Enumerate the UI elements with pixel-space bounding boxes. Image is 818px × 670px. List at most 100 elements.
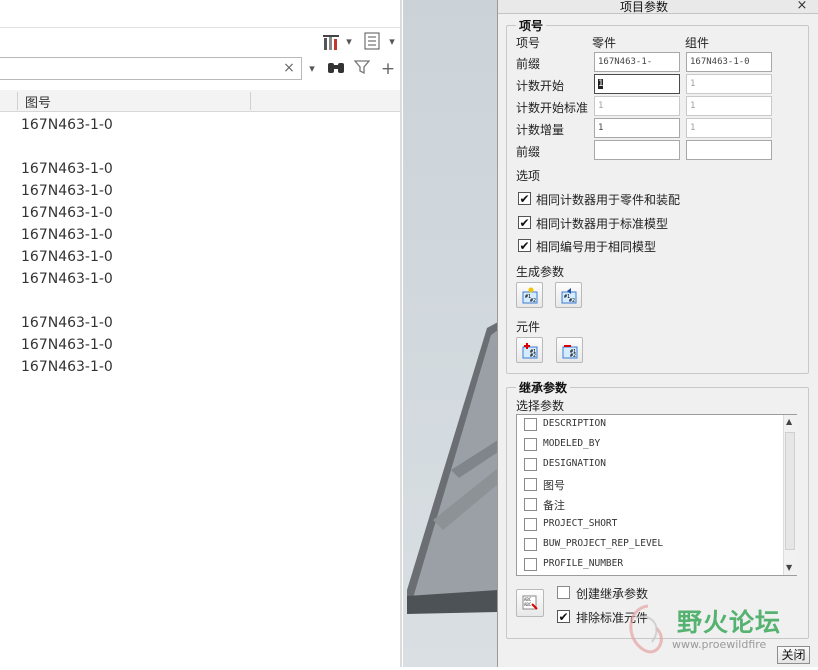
- update-params-button[interactable]: #1 #2: [555, 282, 582, 308]
- list-item[interactable]: PROJECT_SHORT: [524, 515, 784, 535]
- item-parameters-dialog: 项目参数 × 项号 项号 零件 组件 前缀 167N463-1- 167N463…: [497, 0, 818, 667]
- part-count-start-std-field[interactable]: 1: [594, 96, 680, 116]
- toolbar-divider: [0, 27, 402, 28]
- part-prefix2-field[interactable]: [594, 140, 680, 160]
- param-checkbox[interactable]: [524, 538, 537, 551]
- same-counter-part-asm-checkbox[interactable]: ✔: [518, 192, 531, 205]
- col-item-label: 项号: [516, 36, 541, 50]
- same-number-same-model-checkbox[interactable]: ✔: [518, 239, 531, 252]
- filter-icon[interactable]: [351, 59, 373, 79]
- tree-column-header[interactable]: 图号: [0, 90, 400, 112]
- add-component-button[interactable]: #1 #2: [516, 337, 543, 363]
- remove-component-button[interactable]: #1 #2: [556, 337, 583, 363]
- generate-params-label: 生成参数: [516, 265, 565, 279]
- dialog-titlebar[interactable]: 项目参数: [498, 0, 818, 14]
- tree-row[interactable]: 167N463-1-0: [21, 114, 321, 136]
- tree-settings-icon[interactable]: [320, 32, 342, 52]
- part-count-start-field[interactable]: 1: [594, 74, 680, 94]
- inherit-params-group-title: 继承参数: [516, 379, 571, 396]
- svg-text:#2: #2: [530, 298, 536, 304]
- clear-search-icon[interactable]: ×: [280, 57, 298, 79]
- list-item[interactable]: PROFILE_NUMBER: [524, 555, 784, 575]
- tree-settings-dropdown-icon[interactable]: ▾: [343, 32, 355, 52]
- inherit-params-button[interactable]: ABC ABC: [516, 589, 544, 617]
- list-item[interactable]: 备注: [524, 495, 784, 515]
- generate-params-button[interactable]: #1 #2: [516, 282, 543, 308]
- param-name: MODELED_BY: [543, 438, 601, 449]
- param-checkbox[interactable]: [524, 458, 537, 471]
- tree-search-input[interactable]: [0, 57, 302, 80]
- list-item[interactable]: MODELED_BY: [524, 435, 784, 455]
- assembly-count-start-field[interactable]: 1: [686, 74, 772, 94]
- model-tree-pane: ▾ ▾ × ▾ + 图号 167N463-1-0 167N463-1-0 167…: [0, 0, 402, 667]
- list-item[interactable]: BUW_PROJECT_REP_LEVEL: [524, 535, 784, 555]
- param-list[interactable]: DESCRIPTION MODELED_BY DESIGNATION 图号 备注…: [516, 414, 797, 576]
- item-number-group-title: 项号: [516, 17, 547, 34]
- part-count-increment-field[interactable]: 1: [594, 118, 680, 138]
- col-part-label: 零件: [592, 36, 617, 50]
- same-number-same-model-label: 相同编号用于相同模型: [536, 240, 657, 254]
- tree-row[interactable]: 167N463-1-0: [21, 180, 321, 202]
- list-item[interactable]: DESIGNATION: [524, 455, 784, 475]
- svg-text:ABC: ABC: [524, 602, 532, 607]
- assembly-count-increment-field[interactable]: 1: [686, 118, 772, 138]
- find-binoculars-icon[interactable]: [325, 59, 347, 79]
- dialog-close-icon[interactable]: ×: [794, 0, 810, 14]
- tree-row[interactable]: 167N463-1-0: [21, 356, 321, 378]
- tree-row[interactable]: 167N463-1-0: [21, 202, 321, 224]
- pane-splitter[interactable]: [400, 0, 402, 667]
- scroll-up-icon[interactable]: ▲: [786, 417, 792, 426]
- param-checkbox[interactable]: [524, 558, 537, 571]
- options-label: 选项: [516, 169, 541, 183]
- param-name: PROFILE_NUMBER: [543, 558, 624, 569]
- watermark-url: www.proewildfire: [672, 638, 767, 651]
- column-header-label: 图号: [25, 96, 52, 111]
- param-checkbox[interactable]: [524, 438, 537, 451]
- param-name: 备注: [543, 499, 565, 512]
- param-checkbox[interactable]: [524, 498, 537, 511]
- assembly-prefix-field[interactable]: 167N463-1-0: [686, 52, 772, 72]
- assembly-count-start-std-field[interactable]: 1: [686, 96, 772, 116]
- watermark-text: 野火论坛: [677, 608, 782, 637]
- add-icon[interactable]: +: [378, 59, 398, 79]
- tree-row[interactable]: 167N463-1-0: [21, 246, 321, 268]
- watermark-swirl-icon: [629, 604, 663, 654]
- assembly-prefix2-field[interactable]: [686, 140, 772, 160]
- param-name: DESIGNATION: [543, 458, 606, 469]
- tree-row[interactable]: 167N463-1-0: [21, 334, 321, 356]
- same-counter-part-asm-label: 相同计数器用于零件和装配: [536, 193, 681, 207]
- param-checkbox[interactable]: [524, 418, 537, 431]
- scroll-down-icon[interactable]: ▼: [786, 563, 792, 572]
- tree-row[interactable]: 167N463-1-0: [21, 268, 321, 290]
- tree-row[interactable]: 167N463-1-0: [21, 158, 321, 180]
- count-start-std-label: 计数开始标准: [516, 101, 589, 115]
- same-counter-std-checkbox[interactable]: ✔: [518, 216, 531, 229]
- dialog-title: 项目参数: [620, 0, 669, 14]
- count-increment-label: 计数增量: [516, 123, 565, 137]
- tree-columns-icon[interactable]: [361, 32, 383, 52]
- scroll-thumb[interactable]: [785, 432, 795, 550]
- tree-row[interactable]: [21, 136, 321, 158]
- same-counter-std-label: 相同计数器用于标准模型: [536, 217, 669, 231]
- param-name: 图号: [543, 479, 565, 492]
- search-dropdown-icon[interactable]: ▾: [306, 59, 318, 79]
- add-component-icon: #1#2: [522, 343, 538, 359]
- list-item[interactable]: 图号: [524, 475, 784, 495]
- exclude-std-components-checkbox[interactable]: ✔: [557, 610, 570, 623]
- generate-params-icon: #1#2: [522, 287, 538, 304]
- svg-text:#2: #2: [570, 353, 576, 359]
- list-item[interactable]: DESCRIPTION: [524, 415, 784, 435]
- tree-row[interactable]: 167N463-1-0: [21, 224, 321, 246]
- param-name: DESCRIPTION: [543, 418, 606, 429]
- param-checkbox[interactable]: [524, 478, 537, 491]
- param-name: PROJECT_SHORT: [543, 518, 618, 529]
- tree-row[interactable]: 167N463-1-0: [21, 312, 321, 334]
- tree-row[interactable]: [21, 290, 321, 312]
- tree-columns-dropdown-icon[interactable]: ▾: [386, 32, 398, 52]
- create-inherit-params-checkbox[interactable]: [557, 586, 570, 599]
- part-count-start-value: 1: [598, 79, 604, 89]
- param-checkbox[interactable]: [524, 518, 537, 531]
- param-name: BUW_PROJECT_REP_LEVEL: [543, 538, 664, 549]
- col-assembly-label: 组件: [685, 36, 710, 50]
- part-prefix-field[interactable]: 167N463-1-: [594, 52, 680, 72]
